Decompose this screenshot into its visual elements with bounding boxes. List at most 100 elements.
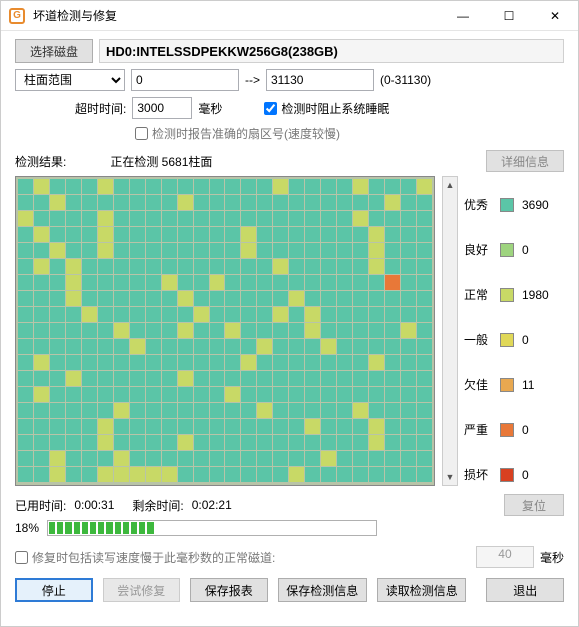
grid-cell	[98, 451, 113, 466]
grid-cell	[18, 211, 33, 226]
grid-cell	[114, 259, 129, 274]
grid-cell	[257, 387, 272, 402]
grid-cell	[321, 195, 336, 210]
sleep-checkbox-row[interactable]: 检测时阻止系统睡眠	[264, 100, 389, 117]
result-status: 正在检测 5681柱面	[110, 153, 486, 170]
grid-cell	[178, 371, 193, 386]
grid-cell	[130, 339, 145, 354]
grid-cell	[194, 339, 209, 354]
grid-cell	[321, 403, 336, 418]
grid-cell	[34, 371, 49, 386]
legend-row: 损坏0	[464, 466, 564, 483]
grid-cell	[241, 307, 256, 322]
grid-cell	[225, 451, 240, 466]
grid-cell	[305, 371, 320, 386]
repair-checkbox[interactable]	[15, 551, 28, 564]
grid-cell	[225, 211, 240, 226]
reset-button[interactable]: 复位	[504, 494, 564, 516]
grid-cell	[385, 435, 400, 450]
grid-cell	[146, 339, 161, 354]
grid-cell	[225, 243, 240, 258]
grid-cell	[273, 179, 288, 194]
grid-cell	[273, 243, 288, 258]
grid-cell	[257, 195, 272, 210]
close-button[interactable]: ✕	[532, 1, 578, 31]
grid-cell	[305, 323, 320, 338]
range-to-input[interactable]	[266, 69, 374, 91]
grid-cell	[241, 355, 256, 370]
scroll-up-icon[interactable]: ▲	[443, 177, 457, 193]
grid-cell	[50, 387, 65, 402]
grid-cell	[305, 227, 320, 242]
legend-count: 0	[522, 243, 529, 257]
repair-ms-input[interactable]: 40	[476, 546, 534, 568]
grid-cell	[114, 195, 129, 210]
grid-cell	[385, 323, 400, 338]
range-mode-select[interactable]: 柱面范围	[15, 69, 125, 91]
grid-scrollbar[interactable]: ▲ ▼	[442, 176, 458, 486]
timeout-input[interactable]	[132, 97, 192, 119]
grid-cell	[369, 259, 384, 274]
grid-cell	[225, 259, 240, 274]
load-info-button[interactable]: 读取检测信息	[377, 578, 466, 602]
grid-cell	[162, 211, 177, 226]
sleep-checkbox[interactable]	[264, 102, 277, 115]
grid-cell	[369, 451, 384, 466]
grid-cell	[66, 211, 81, 226]
grid-cell	[369, 387, 384, 402]
grid-cell	[162, 195, 177, 210]
detail-button[interactable]: 详细信息	[486, 150, 564, 172]
accurate-checkbox-row[interactable]: 检测时报告准确的扇区号(速度较慢)	[135, 125, 340, 142]
grid-cell	[130, 259, 145, 274]
grid-cell	[178, 355, 193, 370]
grid-cell	[18, 259, 33, 274]
grid-cell	[241, 371, 256, 386]
range-from-input[interactable]	[131, 69, 239, 91]
legend-label: 损坏	[464, 466, 492, 483]
grid-cell	[178, 179, 193, 194]
grid-cell	[225, 227, 240, 242]
grid-cell	[273, 211, 288, 226]
grid-cell	[353, 275, 368, 290]
grid-cell	[114, 387, 129, 402]
grid-cell	[130, 243, 145, 258]
grid-cell	[194, 195, 209, 210]
grid-cell	[289, 435, 304, 450]
grid-cell	[194, 435, 209, 450]
grid-cell	[353, 403, 368, 418]
grid-cell	[50, 403, 65, 418]
grid-cell	[417, 435, 432, 450]
grid-cell	[401, 243, 416, 258]
grid-cell	[257, 211, 272, 226]
grid-cell	[321, 371, 336, 386]
scroll-down-icon[interactable]: ▼	[443, 469, 457, 485]
grid-cell	[210, 275, 225, 290]
grid-cell	[337, 259, 352, 274]
grid-cell	[241, 227, 256, 242]
grid-cell	[289, 339, 304, 354]
save-info-button[interactable]: 保存检测信息	[278, 578, 367, 602]
grid-cell	[82, 243, 97, 258]
grid-cell	[98, 403, 113, 418]
grid-cell	[98, 291, 113, 306]
grid-cell	[337, 211, 352, 226]
grid-cell	[241, 291, 256, 306]
select-disk-button[interactable]: 选择磁盘	[15, 39, 93, 63]
grid-cell	[66, 307, 81, 322]
accurate-checkbox[interactable]	[135, 127, 148, 140]
minimize-button[interactable]: —	[440, 1, 486, 31]
try-repair-button[interactable]: 尝试修复	[103, 578, 181, 602]
grid-cell	[114, 371, 129, 386]
repair-checkbox-row[interactable]: 修复时包括读写速度慢于此毫秒数的正常磁道:	[15, 549, 275, 566]
grid-cell	[401, 323, 416, 338]
grid-cell	[82, 467, 97, 482]
exit-button[interactable]: 退出	[486, 578, 564, 602]
save-report-button[interactable]: 保存报表	[190, 578, 268, 602]
grid-cell	[114, 339, 129, 354]
maximize-button[interactable]: ☐	[486, 1, 532, 31]
grid-cell	[98, 467, 113, 482]
grid-cell	[305, 419, 320, 434]
stop-button[interactable]: 停止	[15, 578, 93, 602]
grid-cell	[130, 323, 145, 338]
grid-cell	[66, 419, 81, 434]
